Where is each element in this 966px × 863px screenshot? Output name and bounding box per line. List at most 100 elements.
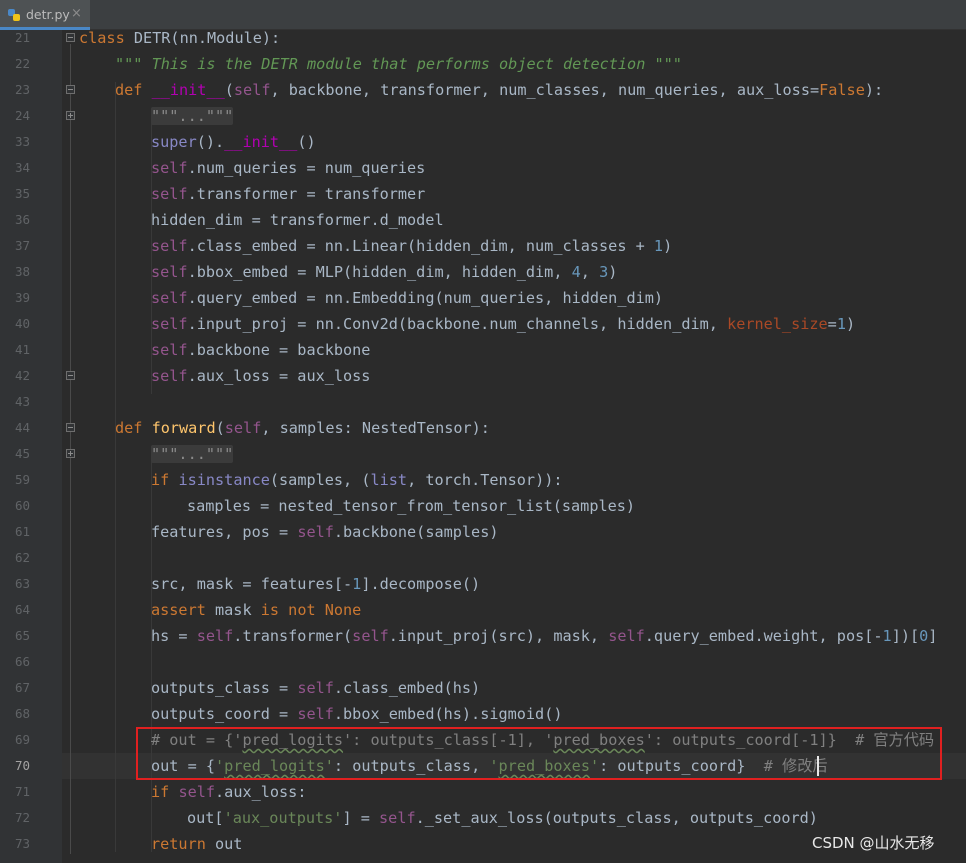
self-keyword: self — [151, 159, 188, 177]
code-line: self.bbox_embed = MLP(hidden_dim, hidden… — [151, 259, 617, 285]
keyword: def — [115, 81, 143, 99]
line-number: 73 — [14, 836, 30, 851]
code-text: .input_proj(src), mask, — [388, 627, 609, 645]
code-text: = — [827, 315, 837, 333]
keyword: class — [79, 29, 125, 47]
number: 1 — [352, 575, 362, 593]
line-number: 44 — [14, 420, 30, 435]
builtin: super — [151, 133, 197, 151]
self-keyword: self — [233, 81, 271, 99]
code-line: self.num_queries = num_queries — [151, 155, 425, 181]
code-line: super().__init__() — [151, 129, 316, 155]
code-line: self.transformer = transformer — [151, 181, 425, 207]
code-text: , backbone, transformer, num_classes, nu… — [270, 81, 737, 99]
number: 4 — [571, 263, 581, 281]
code-text: = — [809, 81, 820, 99]
self-keyword: self — [151, 237, 188, 255]
self-keyword: self — [151, 185, 188, 203]
number: 3 — [599, 263, 609, 281]
code-text: ) — [663, 237, 673, 255]
number: 1 — [836, 315, 846, 333]
keyword-argument: kernel_size — [727, 315, 828, 333]
keyword: False — [819, 81, 865, 99]
code-text: ) — [845, 315, 856, 333]
self-keyword: self — [224, 419, 262, 437]
line-number: 23 — [14, 82, 30, 97]
code-line: """...""" — [151, 441, 234, 467]
code-text: () — [297, 133, 316, 151]
watermark: CSDN @山水无移 — [812, 834, 935, 852]
line-number: 39 — [14, 290, 30, 305]
code-text: .class_embed(hs) — [333, 679, 481, 697]
fold-minus-icon[interactable] — [66, 423, 75, 432]
indent-guide — [115, 82, 116, 852]
code-line: if isinstance(samples, (list, torch.Tens… — [151, 467, 563, 493]
line-number: 64 — [14, 602, 30, 617]
code-line: outputs_coord = self.bbox_embed(hs).sigm… — [151, 701, 562, 727]
folded-docstring[interactable]: """...""" — [151, 107, 234, 125]
code-text: .query_embed = nn.Embedding(num_queries,… — [187, 289, 664, 307]
code-line: if self.aux_loss: — [151, 779, 306, 805]
code-text: .bbox_embed = MLP(hidden_dim, hidden_dim… — [187, 263, 572, 281]
code-line: src, mask = features[-1].decompose() — [151, 571, 480, 597]
number: 0 — [919, 627, 929, 645]
code-text: .aux_loss = aux_loss — [187, 367, 371, 385]
function-name: forward — [151, 419, 216, 437]
code-line: self.query_embed = nn.Embedding(num_quer… — [151, 285, 663, 311]
code-text: samples = nested_tensor_from_tensor_list… — [187, 497, 636, 515]
line-number: 38 — [14, 264, 30, 279]
line-number: 37 — [14, 238, 30, 253]
code-line: self.backbone = backbone — [151, 337, 370, 363]
code-line: hidden_dim = transformer.d_model — [151, 207, 444, 233]
code-text: src, mask = features[- — [151, 575, 353, 593]
self-keyword: self — [297, 679, 334, 697]
fold-plus-icon[interactable] — [66, 111, 75, 120]
self-keyword: self — [297, 705, 334, 723]
code-line: out['aux_outputs'] = self._set_aux_loss(… — [187, 805, 818, 831]
line-number: 21 — [14, 30, 30, 45]
code-text: .input_proj = nn.Conv2d(backbone.num_cha… — [187, 315, 728, 333]
line-number: 22 — [14, 56, 30, 71]
code-text: DETR(nn.Module): — [124, 29, 281, 47]
fold-plus-icon[interactable] — [66, 449, 75, 458]
code-line: hs = self.transformer(self.input_proj(sr… — [151, 623, 937, 649]
code-text: mask — [205, 601, 261, 619]
line-number: 43 — [14, 394, 30, 409]
line-number: 45 — [14, 446, 30, 461]
code-line: outputs_class = self.class_embed(hs) — [151, 675, 480, 701]
self-keyword: self — [151, 341, 188, 359]
code-line: self.input_proj = nn.Conv2d(backbone.num… — [151, 311, 855, 337]
line-number: 61 — [14, 524, 30, 539]
line-number: 33 — [14, 134, 30, 149]
dunder-method: __init__ — [224, 133, 298, 151]
dunder-method: __init__ — [151, 81, 225, 99]
keyword: if — [151, 471, 170, 489]
code-text: .query_embed.weight, pos[- — [644, 627, 883, 645]
builtin: isinstance — [178, 471, 270, 489]
line-number: 34 — [14, 160, 30, 175]
self-keyword: self — [196, 627, 234, 645]
code-text: ( — [224, 81, 234, 99]
line-number: 35 — [14, 186, 30, 201]
fold-minus-icon[interactable] — [66, 85, 75, 94]
code-line: self.aux_loss = aux_loss — [151, 363, 370, 389]
fold-minus-icon[interactable] — [66, 33, 75, 42]
code-text: ])[ — [891, 627, 920, 645]
self-keyword: self — [151, 367, 188, 385]
self-keyword: self — [379, 809, 416, 827]
code-text: ( — [215, 419, 225, 437]
line-number: 40 — [14, 316, 30, 331]
code-text: .backbone = backbone — [187, 341, 371, 359]
line-number: 41 — [14, 342, 30, 357]
tab-filename: detr.py — [26, 7, 70, 22]
close-icon[interactable]: × — [71, 6, 82, 21]
line-number: 71 — [14, 784, 30, 799]
folded-docstring[interactable]: """...""" — [151, 445, 234, 463]
code-text: , — [580, 263, 600, 281]
code-text: outputs_coord = — [151, 705, 298, 723]
code-text: hs = — [151, 627, 197, 645]
line-number: 63 — [14, 576, 30, 591]
fold-minus-icon[interactable] — [66, 371, 75, 380]
code-text: .backbone(samples) — [333, 523, 499, 541]
code-text: , samples: NestedTensor): — [261, 419, 490, 437]
